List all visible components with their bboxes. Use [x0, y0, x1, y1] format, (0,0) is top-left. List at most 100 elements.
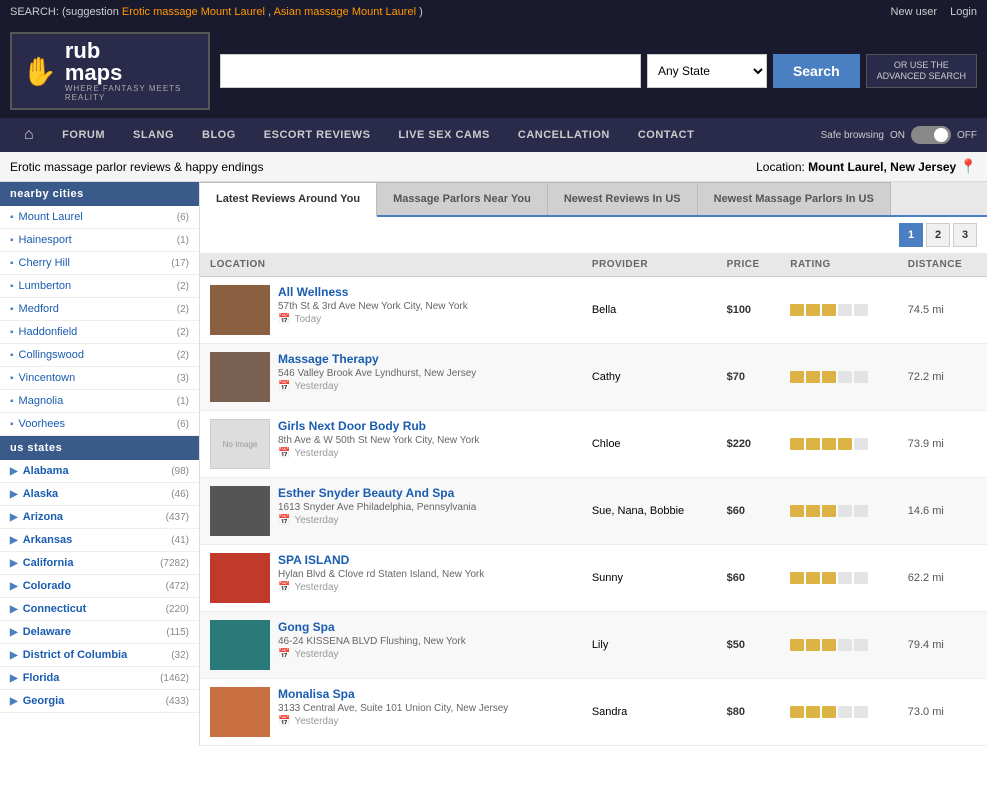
sidebar-item-cherry-hill[interactable]: Cherry Hill (17): [0, 252, 199, 275]
listing-name[interactable]: All Wellness: [278, 285, 348, 299]
sidebar-state-colorado[interactable]: ▶ Colorado (472): [0, 575, 199, 598]
sidebar-state-florida[interactable]: ▶ Florida (1462): [0, 667, 199, 690]
location-cell: SPA ISLAND Hylan Blvd & Clove rd Staten …: [200, 545, 582, 612]
state-select[interactable]: Any State: [647, 54, 767, 88]
suggestion-link-1[interactable]: Erotic massage Mount Laurel: [122, 6, 265, 18]
tab-newest-parlors-us[interactable]: Newest Massage Parlors In US: [698, 182, 891, 215]
tab-massage-parlors[interactable]: Massage Parlors Near You: [377, 182, 548, 215]
nav-home[interactable]: ⌂: [10, 118, 48, 152]
table-row[interactable]: No Image Girls Next Door Body Rub 8th Av…: [200, 411, 987, 478]
sidebar-item-hainesport[interactable]: Hainesport (1): [0, 229, 199, 252]
tab-latest-reviews[interactable]: Latest Reviews Around You: [200, 182, 377, 217]
nav-escort-reviews[interactable]: ESCORT REVIEWS: [250, 119, 385, 151]
sidebar-state-arizona[interactable]: ▶ Arizona (437): [0, 506, 199, 529]
sidebar-item-lumberton[interactable]: Lumberton (2): [0, 275, 199, 298]
sidebar-state-alabama[interactable]: ▶ Alabama (98): [0, 460, 199, 483]
rating-cell: [780, 545, 898, 612]
listing-name[interactable]: Esther Snyder Beauty And Spa: [278, 486, 454, 500]
nearby-cities-title: nearby cities: [0, 182, 199, 206]
listing-date: 📅 Yesterday: [278, 582, 484, 593]
state-name-arkansas: ▶ Arkansas: [10, 534, 72, 546]
sidebar-state-connecticut[interactable]: ▶ Connecticut (220): [0, 598, 199, 621]
state-name-california: ▶ California: [10, 557, 73, 569]
table-row[interactable]: All Wellness 57th St & 3rd Ave New York …: [200, 277, 987, 344]
search-input[interactable]: [220, 54, 641, 88]
listing-thumb: [210, 285, 270, 335]
sidebar-item-collingswood[interactable]: Collingswood (2): [0, 344, 199, 367]
page-3-button[interactable]: 3: [953, 223, 977, 247]
price-cell: $100: [717, 277, 781, 344]
new-user-link[interactable]: New user: [891, 6, 937, 18]
rating-block: [790, 505, 804, 517]
listing-thumb-placeholder: No Image: [210, 419, 270, 469]
safe-browsing-toggle[interactable]: [911, 126, 951, 144]
advanced-search-button[interactable]: OR USE THE ADVANCED SEARCH: [866, 54, 977, 88]
sidebar-item-voorhees[interactable]: Voorhees (6): [0, 413, 199, 436]
rating-block: [822, 572, 836, 584]
city-name-collingswood: Collingswood: [10, 349, 84, 361]
rating-block: [806, 639, 820, 651]
sidebar-item-haddonfield[interactable]: Haddonfield (2): [0, 321, 199, 344]
city-name-mount-laurel: Mount Laurel: [10, 211, 83, 223]
sidebar-state-georgia[interactable]: ▶ Georgia (433): [0, 690, 199, 713]
listing-name[interactable]: Gong Spa: [278, 620, 335, 634]
nav-forum[interactable]: FORUM: [48, 119, 119, 151]
provider-cell: Chloe: [582, 411, 717, 478]
state-count-arkansas: (41): [171, 535, 189, 546]
calendar-icon: 📅: [278, 582, 290, 593]
rating-block: [790, 639, 804, 651]
sidebar-state-alaska[interactable]: ▶ Alaska (46): [0, 483, 199, 506]
rating-block: [822, 438, 836, 450]
safe-browsing: Safe browsing ON OFF: [821, 126, 977, 144]
listing-name[interactable]: Monalisa Spa: [278, 687, 355, 701]
sidebar-state-delaware[interactable]: ▶ Delaware (115): [0, 621, 199, 644]
advanced-label-1: OR USE THE: [877, 60, 966, 71]
calendar-icon: 📅: [278, 515, 290, 526]
sidebar-item-medford[interactable]: Medford (2): [0, 298, 199, 321]
header-row: ✋ rub maps WHERE FANTASY MEETS REALITY A…: [0, 24, 987, 118]
location-info-cell: All Wellness 57th St & 3rd Ave New York …: [278, 285, 468, 325]
rating-cell: [780, 478, 898, 545]
listing-name[interactable]: Girls Next Door Body Rub: [278, 419, 426, 433]
nav-slang[interactable]: SLANG: [119, 119, 188, 151]
suggestion-link-2[interactable]: Asian massage Mount Laurel: [274, 6, 416, 18]
listing-name[interactable]: SPA ISLAND: [278, 553, 349, 567]
city-name-magnolia: Magnolia: [10, 395, 63, 407]
hand-icon: ✋: [22, 55, 57, 88]
location-cell: Massage Therapy 546 Valley Brook Ave Lyn…: [200, 344, 582, 411]
rating-cell: [780, 344, 898, 411]
page-1-button[interactable]: 1: [899, 223, 923, 247]
logo-area: ✋ rub maps WHERE FANTASY MEETS REALITY: [10, 32, 210, 110]
table-row[interactable]: Esther Snyder Beauty And Spa 1613 Snyder…: [200, 478, 987, 545]
nav-cancellation[interactable]: CANCELLATION: [504, 119, 624, 151]
provider-cell: Cathy: [582, 344, 717, 411]
rating-block: [838, 639, 852, 651]
sidebar-state-arkansas[interactable]: ▶ Arkansas (41): [0, 529, 199, 552]
listing-name[interactable]: Massage Therapy: [278, 352, 379, 366]
rating-block: [790, 706, 804, 718]
location-display: Location: Mount Laurel, New Jersey 📍: [756, 158, 977, 175]
nav-live-sex-cams[interactable]: LIVE SEX CAMS: [384, 119, 503, 151]
location-icon[interactable]: 📍: [960, 158, 977, 174]
table-row[interactable]: Massage Therapy 546 Valley Brook Ave Lyn…: [200, 344, 987, 411]
nav-contact[interactable]: CONTACT: [624, 119, 708, 151]
state-count-florida: (1462): [160, 673, 189, 684]
sidebar-item-magnolia[interactable]: Magnolia (1): [0, 390, 199, 413]
nav-blog[interactable]: BLOG: [188, 119, 250, 151]
table-row[interactable]: Monalisa Spa 3133 Central Ave, Suite 101…: [200, 679, 987, 746]
table-row[interactable]: Gong Spa 46-24 KISSENA BLVD Flushing, Ne…: [200, 612, 987, 679]
sidebar-state-dc[interactable]: ▶ District of Columbia (32): [0, 644, 199, 667]
page-2-button[interactable]: 2: [926, 223, 950, 247]
logo-box[interactable]: ✋ rub maps WHERE FANTASY MEETS REALITY: [10, 32, 210, 110]
tab-newest-reviews-us[interactable]: Newest Reviews In US: [548, 182, 698, 215]
search-button[interactable]: Search: [773, 54, 860, 88]
tabs-row: Latest Reviews Around You Massage Parlor…: [200, 182, 987, 217]
login-link[interactable]: Login: [950, 6, 977, 18]
listing-date: 📅 Today: [278, 314, 468, 325]
table-row[interactable]: SPA ISLAND Hylan Blvd & Clove rd Staten …: [200, 545, 987, 612]
state-name-delaware: ▶ Delaware: [10, 626, 71, 638]
sidebar-item-vincentown[interactable]: Vincentown (3): [0, 367, 199, 390]
sidebar-item-mount-laurel[interactable]: Mount Laurel (6): [0, 206, 199, 229]
sidebar-state-california[interactable]: ▶ California (7282): [0, 552, 199, 575]
city-name-medford: Medford: [10, 303, 59, 315]
